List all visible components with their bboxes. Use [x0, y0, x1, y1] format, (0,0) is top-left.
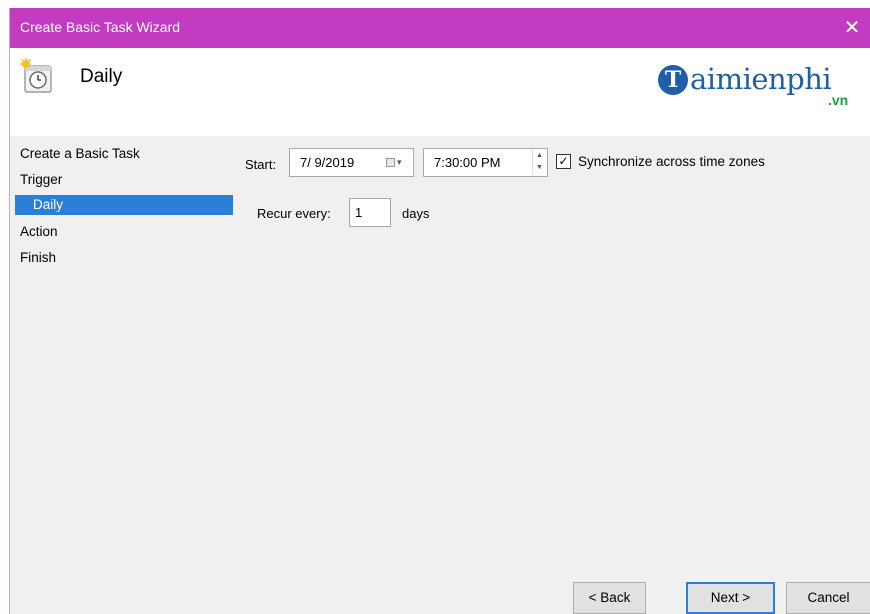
- logo-mark: T: [658, 65, 688, 95]
- recur-every-input[interactable]: 1: [349, 198, 391, 227]
- calendar-icon[interactable]: [386, 158, 395, 167]
- step-trigger[interactable]: Trigger: [10, 170, 62, 190]
- chevron-down-icon[interactable]: ▾: [397, 149, 402, 175]
- start-time-picker[interactable]: 7:30:00 PM ▲ ▼: [423, 148, 548, 177]
- back-button[interactable]: < Back: [573, 582, 646, 614]
- recur-unit: days: [402, 206, 430, 221]
- spin-down-icon[interactable]: ▼: [533, 162, 546, 174]
- sync-label: Synchronize across time zones: [578, 154, 765, 169]
- start-date-value: 7/ 9/2019: [300, 155, 355, 170]
- logo-text: aimienphi: [690, 62, 832, 96]
- step-action[interactable]: Action: [10, 222, 58, 242]
- step-finish[interactable]: Finish: [10, 248, 56, 268]
- cancel-button[interactable]: Cancel: [786, 582, 870, 614]
- close-icon[interactable]: ✕: [839, 15, 865, 41]
- start-date-picker[interactable]: 7/ 9/2019 ▾: [289, 148, 414, 177]
- step-daily[interactable]: Daily: [15, 195, 233, 215]
- title-bar: Create Basic Task Wizard ✕: [10, 8, 870, 48]
- time-spinner[interactable]: ▲ ▼: [532, 150, 546, 175]
- page-title: Daily: [80, 66, 123, 87]
- recur-value: 1: [355, 205, 363, 220]
- start-time-value: 7:30:00 PM: [434, 155, 501, 170]
- spin-up-icon[interactable]: ▲: [533, 150, 546, 162]
- next-button[interactable]: Next >: [686, 582, 775, 614]
- start-label: Start:: [245, 157, 277, 172]
- taimienphi-logo: T aimienphi .vn: [658, 62, 858, 110]
- recur-label: Recur every:: [257, 206, 331, 221]
- scheduled-task-icon: [20, 58, 52, 93]
- logo-domain: .vn: [828, 92, 849, 108]
- window-title: Create Basic Task Wizard: [20, 19, 181, 35]
- checkmark-icon[interactable]: ✓: [556, 154, 571, 169]
- step-create-basic-task[interactable]: Create a Basic Task: [10, 144, 140, 164]
